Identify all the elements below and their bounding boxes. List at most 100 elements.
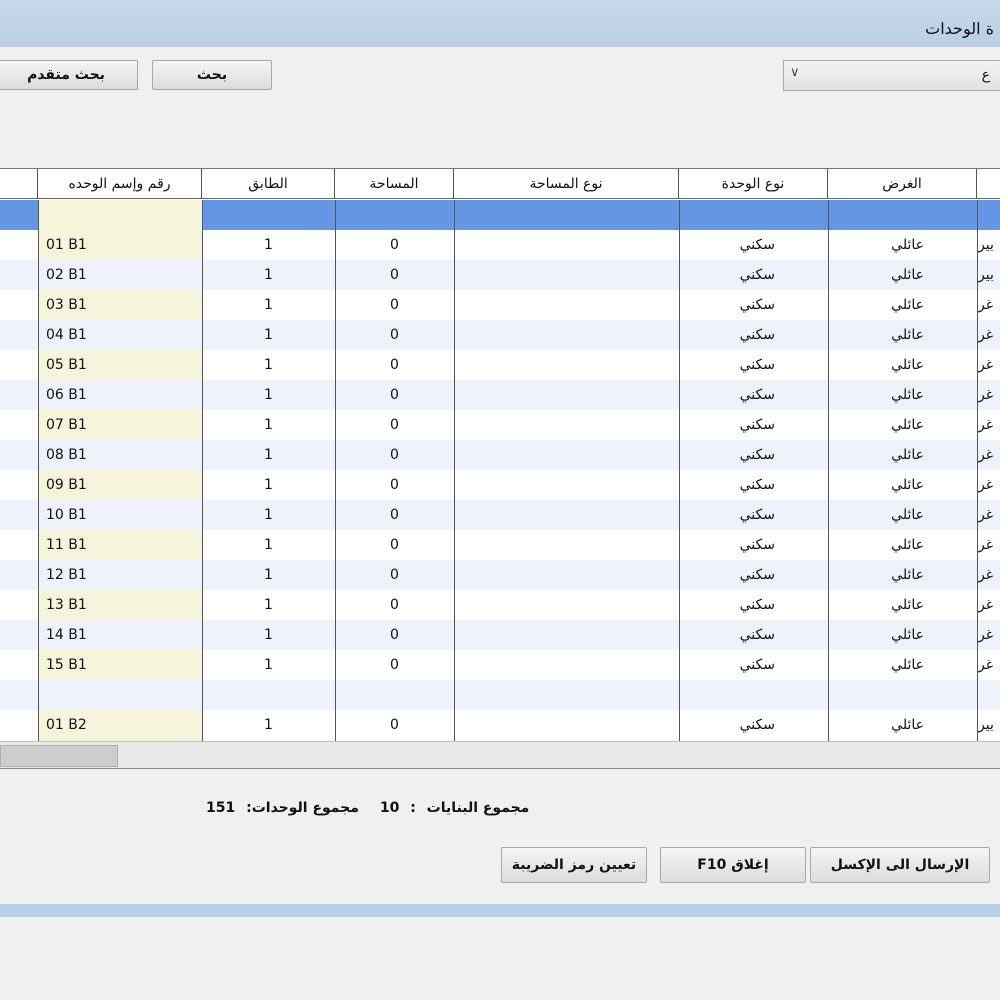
column-header-partial[interactable] [977,169,1000,199]
cell-purpose: عائلي [891,327,924,343]
cell-purpose: عائلي [891,597,924,613]
horizontal-scrollbar[interactable] [0,741,1000,769]
cell-floor: 1 [264,477,273,493]
cell-floor: 1 [264,237,273,253]
cell-area-type [454,320,679,350]
table-row[interactable]: 05 B1 1 0 سكني عائلي غر [0,350,1000,380]
cell-area-type [454,260,679,290]
cell-unit-name: 07 B1 [46,417,87,433]
cell-area-type [454,380,679,410]
table-row[interactable]: 04 B1 1 0 سكني عائلي غر [0,320,1000,350]
cell-area-type [454,650,679,680]
cell-partial: غر [978,537,994,553]
cell-area: 0 [390,627,399,643]
cell-area: 0 [390,327,399,343]
cell-area: 0 [390,447,399,463]
filter-dropdown[interactable]: ∨ ع [783,60,1000,91]
cell-unit-name: 10 B1 [46,507,87,523]
column-header-floor[interactable]: الطابق [202,169,335,199]
cell-area-type [454,290,679,320]
cell-unit-type: سكني [739,237,775,253]
cell-unit-type: سكني [739,327,775,343]
column-header-area[interactable]: المساحة [335,169,454,199]
cell-area [335,680,454,710]
cell-area: 0 [390,237,399,253]
search-button[interactable]: بحث [152,60,272,90]
table-row[interactable] [0,680,1000,710]
cell-unit-name: 12 B1 [46,567,87,583]
buildings-total-separator: : [410,800,416,816]
table-row[interactable]: 03 B1 1 0 سكني عائلي غر [0,290,1000,320]
cell-floor: 1 [264,417,273,433]
cell-area-type [454,530,679,560]
table-row[interactable]: 15 B1 1 0 سكني عائلي غر [0,650,1000,680]
advanced-search-button[interactable]: بحث متقدم [0,60,138,90]
cell-area-type [454,470,679,500]
cell-unit-type: سكني [739,657,775,673]
column-divider [454,200,455,741]
cell-purpose: عائلي [891,537,924,553]
table-row[interactable]: 12 B1 1 0 سكني عائلي غر [0,560,1000,590]
cell-unit-type: سكني [739,387,775,403]
cell-area: 0 [390,567,399,583]
cell-unit-type: سكني [739,267,775,283]
cell-unit-type: سكني [739,417,775,433]
column-divider [202,200,203,741]
column-header-area-type[interactable]: نوع المساحة [454,169,679,199]
cell-area-type [454,710,679,740]
table-row[interactable]: 01 B1 1 0 سكني عائلي بير [0,230,1000,260]
column-header-hidden[interactable] [0,169,38,199]
cell-unit-name: 09 B1 [46,477,87,493]
table-row[interactable]: 06 B1 1 0 سكني عائلي غر [0,380,1000,410]
table-row[interactable]: 08 B1 1 0 سكني عائلي غر [0,440,1000,470]
cell-area: 0 [390,357,399,373]
column-header-unit-name[interactable]: رقم وإسم الوحده [38,169,202,199]
table-row[interactable]: 07 B1 1 0 سكني عائلي غر [0,410,1000,440]
background-area [0,917,1000,1000]
cell-purpose: عائلي [891,387,924,403]
cell-floor: 1 [264,357,273,373]
set-tax-code-button[interactable]: تعيين رمز الضريبة [501,847,647,883]
cell-area: 0 [390,267,399,283]
cell-purpose [834,680,924,710]
close-button[interactable]: إغلاق F10 [660,847,806,883]
cell-partial [978,680,1000,710]
column-header-purpose[interactable]: الغرض [828,169,977,199]
cell-purpose: عائلي [891,297,924,313]
cell-purpose: عائلي [891,237,924,253]
table-row[interactable]: 10 B1 1 0 سكني عائلي غر [0,500,1000,530]
cell-unit-name: 08 B1 [46,447,87,463]
table-row[interactable]: 14 B1 1 0 سكني عائلي غر [0,620,1000,650]
cell-area: 0 [390,657,399,673]
cell-purpose: عائلي [891,447,924,463]
cell-floor: 1 [264,447,273,463]
table-row[interactable]: 09 B1 1 0 سكني عائلي غر [0,470,1000,500]
cell-unit-name: 04 B1 [46,327,87,343]
table-row[interactable]: 02 B1 1 0 سكني عائلي بير [0,260,1000,290]
cell-partial: غر [978,477,994,493]
title-bar: ة الوحدات [0,0,1000,47]
cell-purpose: عائلي [891,477,924,493]
cell-partial: بير [978,717,994,733]
table-row[interactable]: 01 B2 1 0 سكني عائلي بير [0,710,1000,740]
cell-unit-name [46,680,196,710]
cell-purpose: عائلي [891,717,924,733]
table-row[interactable]: 11 B1 1 0 سكني عائلي غر [0,530,1000,560]
cell-partial: غر [978,417,994,433]
cell-partial: غر [978,387,994,403]
scrollbar-thumb[interactable] [0,745,118,767]
window-bottom-border [0,904,1000,917]
cell-unit-type: سكني [739,477,775,493]
cell-area-type [454,590,679,620]
cell-unit-type: سكني [739,447,775,463]
export-excel-button[interactable]: الإرسال الى الإكسل [810,847,990,883]
cell-area-type [454,560,679,590]
cell-area: 0 [390,717,399,733]
table-row[interactable]: 13 B1 1 0 سكني عائلي غر [0,590,1000,620]
chevron-down-icon: ∨ [790,65,800,80]
column-header-unit-type[interactable]: نوع الوحدة [679,169,828,199]
cell-partial: غر [978,327,994,343]
column-divider [38,200,39,741]
column-divider [977,200,978,741]
cell-partial: بير [978,267,994,283]
